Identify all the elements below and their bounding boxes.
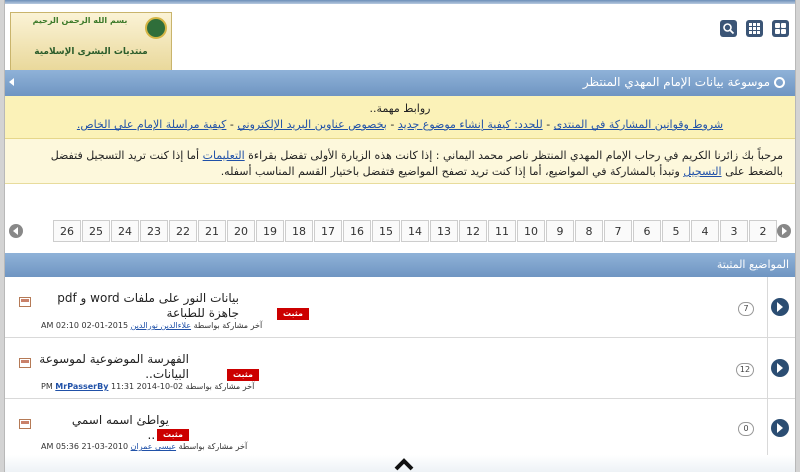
page-frame: بسم الله الرحمن الرحيم منتديات البشرى ال… bbox=[4, 0, 796, 472]
page-link[interactable]: 2 bbox=[749, 220, 777, 242]
forum-title-text: موسوعة بيانات الإمام المهدي المنتظر bbox=[582, 75, 770, 89]
go-to-thread-icon[interactable] bbox=[771, 419, 789, 437]
thread-row[interactable]: بيانات النور على ملفات word و pdf جاهزة … bbox=[5, 277, 795, 338]
sticky-badge: مثبت bbox=[157, 429, 189, 441]
page-link[interactable]: 10 bbox=[517, 220, 545, 242]
pagination: 26 25 24 23 22 21 20 19 18 17 16 15 14 13 12 11 10 9 8 7 6 5 4… bbox=[5, 220, 795, 244]
welcome-notice: مرحباً بك زائرنا الكريم في رحاب الإمام ا… bbox=[5, 139, 795, 184]
thread-last-post: آخر مشاركة بواسطة علاءالدين نورالدين 201… bbox=[41, 321, 262, 330]
thread-status-icon bbox=[19, 297, 31, 307]
thread-status-icon bbox=[19, 419, 31, 429]
page-link[interactable]: 8 bbox=[575, 220, 603, 242]
forum-title-bar: موسوعة بيانات الإمام المهدي المنتظر bbox=[5, 70, 795, 96]
page-link[interactable]: 17 bbox=[314, 220, 342, 242]
welcome-text: مرحباً بك زائرنا الكريم في رحاب الإمام ا… bbox=[5, 139, 795, 180]
thread-title-suffix: .. bbox=[147, 428, 156, 442]
welcome-part-1: مرحباً بك زائرنا الكريم في رحاب الإمام ا… bbox=[248, 149, 783, 162]
page-link[interactable]: 9 bbox=[546, 220, 574, 242]
thread-status-icon bbox=[19, 358, 31, 368]
page-link[interactable]: 24 bbox=[111, 220, 139, 242]
thread-last-post: آخر مشاركة بواسطة 02-10-2014 11:31 PM Mr… bbox=[41, 382, 254, 391]
site-logo[interactable]: بسم الله الرحمن الرحيم منتديات البشرى ال… bbox=[10, 12, 172, 72]
page-link[interactable]: 16 bbox=[343, 220, 371, 242]
sticky-threads-header: المواضيع المثبتة bbox=[5, 253, 795, 277]
search-icon[interactable] bbox=[720, 20, 737, 37]
thread-title[interactable]: بيانات النور على ملفات word و pdf جاهزة … bbox=[39, 291, 239, 321]
page-link[interactable]: 23 bbox=[140, 220, 168, 242]
forum-title[interactable]: موسوعة بيانات الإمام المهدي المنتظر bbox=[583, 75, 785, 89]
welcome-part-3: وتبدأ بالمشاركة في المواضيع، أما إذا كنت… bbox=[220, 165, 680, 178]
page-link[interactable]: 26 bbox=[53, 220, 81, 242]
logo-line-3: منتديات البشرى الإسلامية bbox=[34, 47, 148, 57]
scroll-to-top-icon[interactable] bbox=[389, 455, 419, 472]
page-link[interactable]: 22 bbox=[169, 220, 197, 242]
notice-link-email[interactable]: بخصوص عناوين البريد الإلكتروني bbox=[237, 118, 386, 131]
last-post-date: 2010-03-21 05:36 AM bbox=[41, 442, 129, 451]
page-link[interactable]: 6 bbox=[633, 220, 661, 242]
last-post-label: آخر مشاركة بواسطة bbox=[185, 382, 255, 391]
notice-link-message-imam[interactable]: كيفية مراسلة الإمام علي الخاص. bbox=[77, 118, 227, 131]
last-post-date: 2015-01-02 02:10 AM bbox=[41, 321, 129, 330]
grid-icon[interactable] bbox=[772, 20, 789, 37]
reply-count: 0 bbox=[738, 422, 754, 436]
page-link[interactable]: 25 bbox=[82, 220, 110, 242]
site-header: بسم الله الرحمن الرحيم منتديات البشرى ال… bbox=[5, 4, 795, 72]
notice-links: شروط وقوانين المشاركة في المنتدى - للحدد… bbox=[5, 118, 795, 131]
page-link[interactable]: 14 bbox=[401, 220, 429, 242]
register-link[interactable]: التسجيل bbox=[683, 165, 721, 178]
thread-title[interactable]: الفهرسة الموضوعية لموسوعة البيانات.. bbox=[39, 352, 189, 382]
row-separator bbox=[767, 338, 768, 398]
thread-last-post: آخر مشاركة بواسطة عيسى عمران 2010-03-21 … bbox=[41, 442, 247, 451]
go-to-thread-icon[interactable] bbox=[771, 359, 789, 377]
important-links-notice: روابط مهمة.. شروط وقوانين المشاركة في ال… bbox=[5, 96, 795, 139]
collapse-arrow-icon[interactable] bbox=[9, 78, 14, 86]
sticky-badge: مثبت bbox=[277, 308, 309, 320]
pagination-next-icon[interactable] bbox=[777, 224, 791, 238]
notice-title: روابط مهمة.. bbox=[369, 102, 431, 115]
notice-separator: - bbox=[229, 118, 234, 131]
thread-title[interactable]: يواطئ اسمه اسمي .. bbox=[39, 413, 169, 443]
page-link[interactable]: 18 bbox=[285, 220, 313, 242]
last-post-author[interactable]: علاءالدين نورالدين bbox=[131, 321, 191, 330]
reply-count: 12 bbox=[736, 363, 754, 377]
page-link[interactable]: 7 bbox=[604, 220, 632, 242]
reply-count: 7 bbox=[738, 302, 754, 316]
pagination-pages: 26 25 24 23 22 21 20 19 18 17 16 15 14 13 12 11 10 9 8 7 6 5 4… bbox=[53, 220, 778, 242]
thread-row[interactable]: الفهرسة الموضوعية لموسوعة البيانات.. مثب… bbox=[5, 338, 795, 399]
logo-line-1: بسم الله الرحمن الرحيم bbox=[32, 16, 128, 25]
page-link[interactable]: 13 bbox=[430, 220, 458, 242]
pagination-prev-icon[interactable] bbox=[9, 224, 23, 238]
last-post-author[interactable]: عيسى عمران bbox=[131, 442, 176, 451]
go-to-thread-icon[interactable] bbox=[771, 298, 789, 316]
gear-icon bbox=[774, 77, 785, 88]
last-post-label: آخر مشاركة بواسطة bbox=[178, 442, 248, 451]
last-post-author[interactable]: MrPasserBy bbox=[55, 382, 108, 391]
page-link[interactable]: 15 bbox=[372, 220, 400, 242]
page-link[interactable]: 5 bbox=[662, 220, 690, 242]
page-link[interactable]: 4 bbox=[691, 220, 719, 242]
header-icons bbox=[711, 20, 789, 37]
logo-emblem-icon bbox=[145, 17, 167, 39]
notice-separator: - bbox=[546, 118, 551, 131]
page-link[interactable]: 19 bbox=[256, 220, 284, 242]
notice-separator: - bbox=[390, 118, 395, 131]
sticky-threads-title: المواضيع المثبتة bbox=[716, 258, 789, 271]
page-link[interactable]: 20 bbox=[227, 220, 255, 242]
sticky-badge: مثبت bbox=[227, 369, 259, 381]
row-separator bbox=[767, 399, 768, 455]
notice-link-new-topic[interactable]: للحدد: كيفية إنشاء موضوع جديد bbox=[398, 118, 543, 131]
notice-link-rules[interactable]: شروط وقوانين المشاركة في المنتدى bbox=[554, 118, 723, 131]
page-link[interactable]: 21 bbox=[198, 220, 226, 242]
last-post-label: آخر مشاركة بواسطة bbox=[193, 321, 263, 330]
page-link[interactable]: 11 bbox=[488, 220, 516, 242]
row-separator bbox=[767, 277, 768, 337]
thread-title-text: يواطئ اسمه اسمي bbox=[71, 413, 169, 427]
page-link[interactable]: 3 bbox=[720, 220, 748, 242]
apps-icon[interactable] bbox=[746, 20, 763, 37]
thread-row[interactable]: يواطئ اسمه اسمي .. مثبت آخر مشاركة بواسط… bbox=[5, 399, 795, 456]
instructions-link[interactable]: التعليمات bbox=[203, 149, 245, 162]
page-link[interactable]: 12 bbox=[459, 220, 487, 242]
